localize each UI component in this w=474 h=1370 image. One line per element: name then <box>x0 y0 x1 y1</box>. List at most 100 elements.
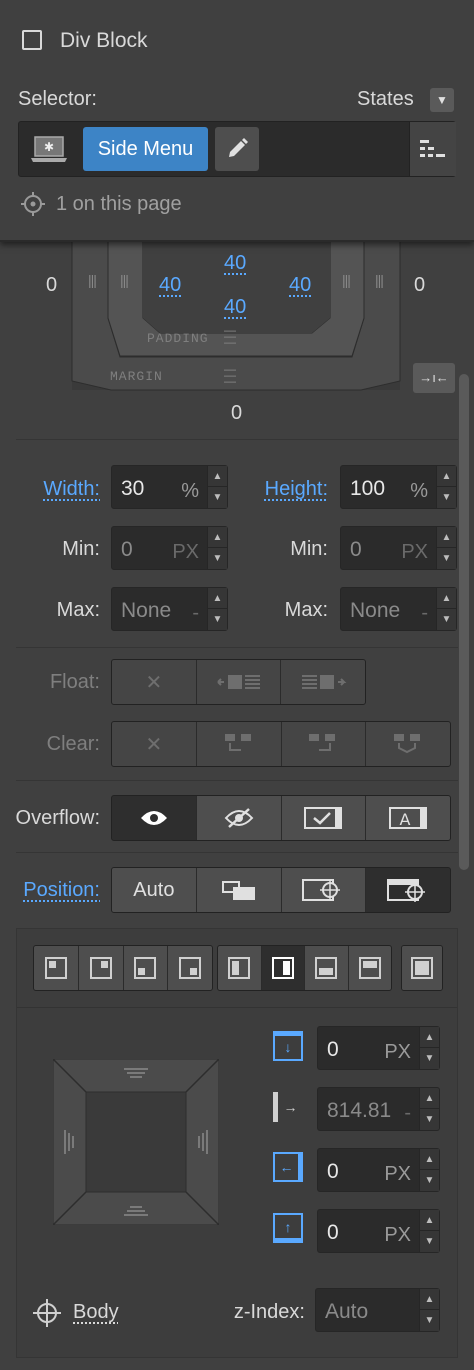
preset-bottom-right-icon[interactable] <box>168 946 212 990</box>
overflow-hidden-eye-slash-icon[interactable] <box>196 796 282 840</box>
selector-label: Selector: <box>18 88 97 110</box>
states-label[interactable]: States <box>357 88 414 111</box>
overflow-scroll-icon[interactable] <box>281 796 367 840</box>
zindex-label: z-Index: <box>233 1301 305 1323</box>
min-width-stepper[interactable]: ▲ ▼ <box>207 527 227 569</box>
margin-left-handle-icon[interactable]: ||| <box>88 272 97 288</box>
padding-left-value[interactable]: 40 <box>159 274 181 297</box>
zindex-stepper[interactable]: ▲ ▼ <box>419 1289 439 1331</box>
max-width-label: Max: <box>56 599 100 621</box>
selector-panel: Div Block Selector: States ▼ ✱ Side Menu… <box>0 0 474 242</box>
selector-field[interactable]: ✱ Side Menu <box>18 121 456 177</box>
offset-left-unit[interactable]: PX <box>384 1163 411 1186</box>
offset-bottom-icon: ↑ <box>273 1213 303 1243</box>
clear-left-icon[interactable] <box>196 722 282 766</box>
position-auto-option[interactable]: Auto <box>112 868 197 912</box>
device-laptop-icon[interactable]: ✱ <box>30 134 68 164</box>
offset-bottom-stepper[interactable]: ▲ ▼ <box>419 1210 439 1252</box>
position-relative-icon[interactable] <box>196 868 282 912</box>
overflow-auto-icon[interactable]: A <box>366 796 450 840</box>
preset-top-icon[interactable] <box>348 946 391 990</box>
edit-class-button[interactable] <box>215 127 259 171</box>
preset-right-icon[interactable] <box>261 946 305 990</box>
margin-right-value[interactable]: 0 <box>414 274 425 297</box>
padding-bottom-value[interactable]: 40 <box>224 296 246 319</box>
chevron-down-icon: ▼ <box>436 93 448 107</box>
overflow-visible-eye-icon[interactable] <box>112 796 197 840</box>
float-label: Float: <box>49 671 100 693</box>
offset-top-unit[interactable]: PX <box>384 1041 411 1064</box>
margin-label: MARGIN <box>110 369 163 384</box>
preset-full-icon[interactable] <box>402 946 442 990</box>
min-width-input[interactable]: 0 PX ▲ ▼ <box>111 526 228 570</box>
float-right-icon[interactable] <box>281 660 365 704</box>
preset-bottom-icon[interactable] <box>305 946 349 990</box>
class-tag-side-menu[interactable]: Side Menu <box>83 127 208 171</box>
clear-none-icon[interactable]: ✕ <box>112 722 197 766</box>
scrollbar-thumb[interactable] <box>459 374 469 870</box>
margin-right-handle-icon[interactable]: ||| <box>375 272 384 288</box>
offset-right-stepper[interactable]: ▲ ▼ <box>419 1088 439 1130</box>
width-stepper[interactable]: ▲ ▼ <box>207 466 227 508</box>
float-none-icon[interactable]: ✕ <box>112 660 197 704</box>
padding-left-handle-icon[interactable]: ||| <box>120 272 129 288</box>
min-height-label: Min: <box>290 538 328 560</box>
margin-left-value[interactable]: 0 <box>46 274 57 297</box>
max-width-unit[interactable]: - <box>192 602 199 625</box>
states-dropdown-button[interactable]: ▼ <box>430 88 454 112</box>
height-input[interactable]: 100 % ▲ ▼ <box>340 465 457 509</box>
padding-right-value[interactable]: 40 <box>289 274 311 297</box>
element-checkbox[interactable] <box>22 30 42 50</box>
relative-to-link[interactable]: Body <box>73 1301 119 1324</box>
max-height-stepper[interactable]: ▲ ▼ <box>436 588 456 630</box>
offset-right-input[interactable]: 814.81 - ▲ ▼ <box>317 1087 440 1131</box>
padding-right-handle-icon[interactable]: ||| <box>342 272 351 288</box>
max-width-input[interactable]: None - ▲ ▼ <box>111 587 228 631</box>
position-fixed-icon[interactable] <box>366 868 450 912</box>
offset-left-stepper[interactable]: ▲ ▼ <box>419 1149 439 1191</box>
float-left-icon[interactable] <box>196 660 282 704</box>
offset-bottom-input[interactable]: 0 PX ▲ ▼ <box>317 1209 440 1253</box>
height-label[interactable]: Height: <box>238 478 328 501</box>
float-segmented-control: ✕ <box>111 659 366 705</box>
element-type-label: Div Block <box>60 29 148 52</box>
offset-right-unit[interactable]: - <box>404 1102 411 1125</box>
offset-left-input[interactable]: 0 PX ▲ ▼ <box>317 1148 440 1192</box>
offset-top-icon: ↓ <box>273 1031 303 1061</box>
offset-top-stepper[interactable]: ▲ ▼ <box>419 1027 439 1069</box>
max-height-input[interactable]: None - ▲ ▼ <box>340 587 457 631</box>
preset-left-icon[interactable] <box>218 946 262 990</box>
padding-top-value[interactable]: 40 <box>224 252 246 275</box>
min-height-stepper[interactable]: ▲ ▼ <box>436 527 456 569</box>
preset-top-left-icon[interactable] <box>34 946 79 990</box>
preset-bottom-left-icon[interactable] <box>123 946 169 990</box>
center-horizontal-button[interactable]: →ı← <box>413 363 455 393</box>
margin-bottom-value[interactable]: 0 <box>231 402 242 425</box>
offset-bottom-unit[interactable]: PX <box>384 1224 411 1247</box>
zindex-input[interactable]: Auto ▲ ▼ <box>315 1288 440 1332</box>
preset-top-right-icon[interactable] <box>78 946 124 990</box>
offset-right-icon: → <box>273 1092 303 1122</box>
style-manager-button[interactable] <box>409 122 456 176</box>
padding-bottom-handle-icon[interactable]: — — — <box>224 324 236 348</box>
min-width-unit[interactable]: PX <box>172 541 199 564</box>
clear-both-icon[interactable] <box>366 722 450 766</box>
max-width-stepper[interactable]: ▲ ▼ <box>207 588 227 630</box>
width-input[interactable]: 30 % ▲ ▼ <box>111 465 228 509</box>
height-unit[interactable]: % <box>410 480 428 503</box>
list-tree-icon <box>420 140 445 157</box>
width-label[interactable]: Width: <box>20 478 100 501</box>
offset-top-input[interactable]: 0 PX ▲ ▼ <box>317 1026 440 1070</box>
min-height-input[interactable]: 0 PX ▲ ▼ <box>340 526 457 570</box>
height-stepper[interactable]: ▲ ▼ <box>436 466 456 508</box>
position-label[interactable]: Position: <box>4 879 100 902</box>
position-absolute-icon[interactable] <box>281 868 367 912</box>
max-height-unit[interactable]: - <box>421 602 428 625</box>
min-height-unit[interactable]: PX <box>401 541 428 564</box>
margin-bottom-handle-icon[interactable]: — — — <box>224 363 236 387</box>
position-presets-corners <box>33 945 213 991</box>
overflow-segmented-control: A <box>111 795 451 841</box>
width-unit[interactable]: % <box>181 480 199 503</box>
svg-text:A: A <box>400 810 411 829</box>
clear-right-icon[interactable] <box>281 722 367 766</box>
